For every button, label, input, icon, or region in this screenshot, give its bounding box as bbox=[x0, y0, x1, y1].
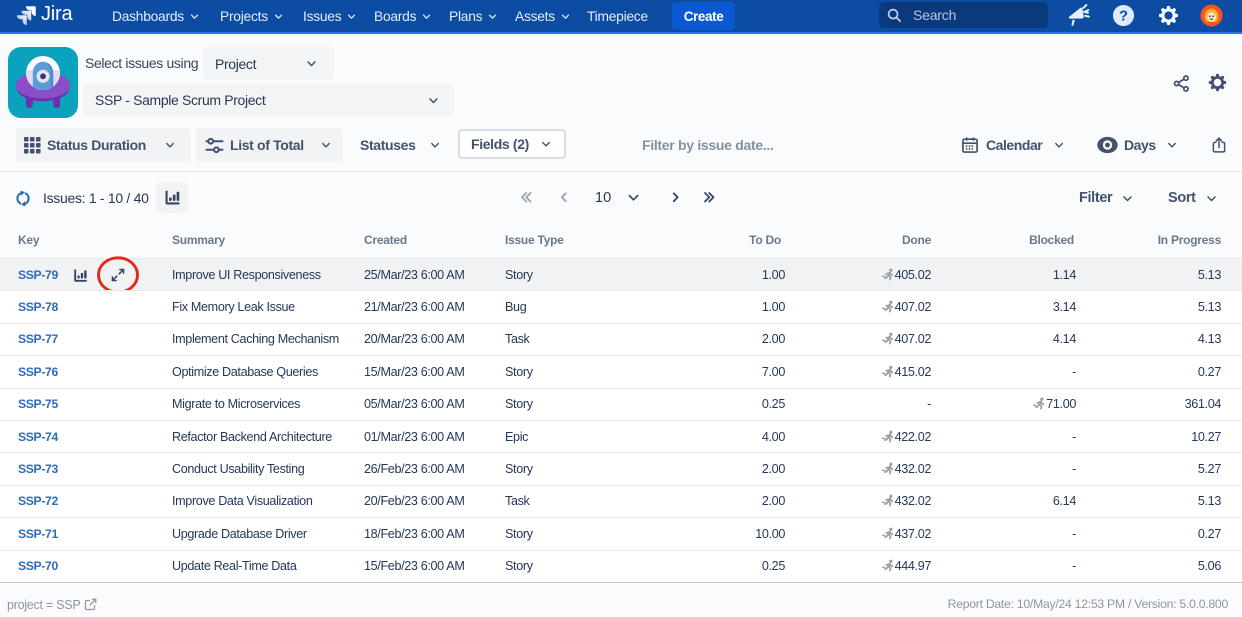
svg-text:?: ? bbox=[1119, 9, 1128, 25]
